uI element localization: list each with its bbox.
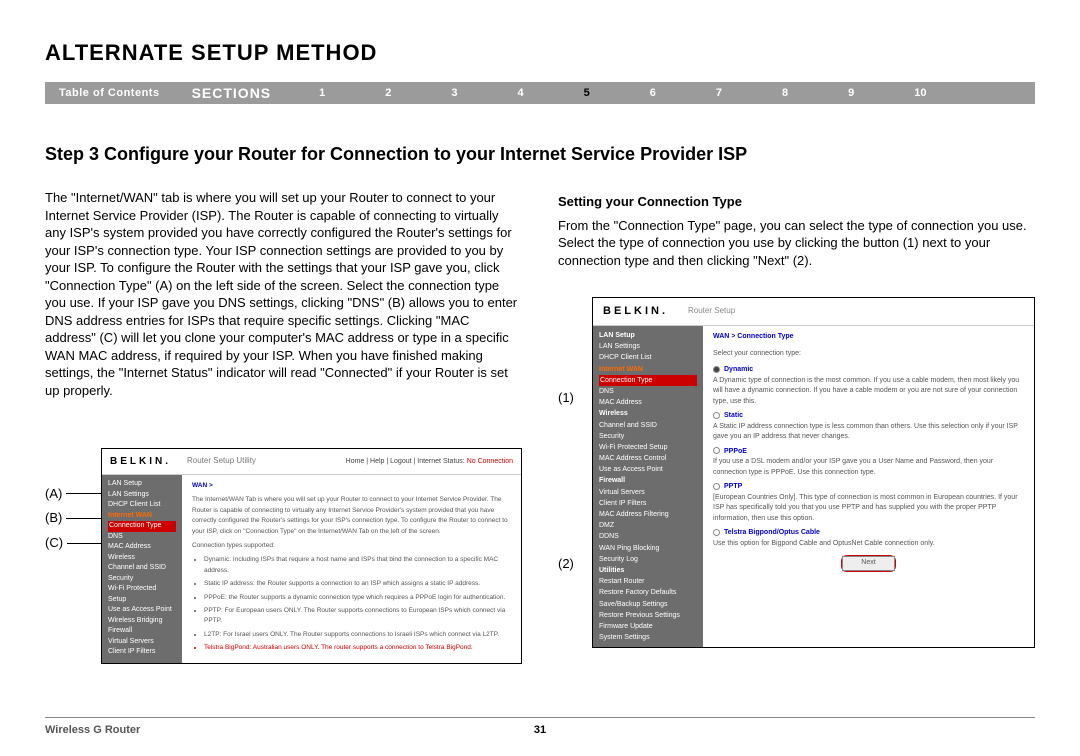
nav-1[interactable]: 1 (319, 87, 325, 99)
right-column: Setting your Connection Type From the "C… (558, 189, 1035, 664)
label-b: (B) (45, 506, 62, 531)
next-button[interactable]: Next (842, 556, 894, 571)
nav-6[interactable]: 6 (650, 87, 656, 99)
ss1-util: Router Setup Utility (187, 456, 256, 467)
right-paragraph: From the "Connection Type" page, you can… (558, 217, 1035, 270)
right-subhead: Setting your Connection Type (558, 193, 1035, 211)
page-title: ALTERNATE SETUP METHOD (45, 40, 1035, 66)
sections-label: SECTIONS (174, 85, 290, 101)
nav-9[interactable]: 9 (848, 87, 854, 99)
label-a: (A) (45, 482, 62, 507)
step-heading: Step 3 Configure your Router for Connect… (45, 144, 1035, 165)
screenshot-1: BELKIN. Router Setup Utility Home | Help… (101, 448, 522, 664)
screenshot-2: BELKIN. Router Setup LAN Setup LAN Setti… (592, 297, 1035, 648)
ss2-sidebar: LAN Setup LAN Settings DHCP Client List … (593, 326, 703, 647)
ss1-sidebar: LAN Setup LAN Settings DHCP Client List … (102, 475, 182, 662)
callout-1: (1) (558, 389, 574, 407)
ss1-links: Home | Help | Logout | Internet Status: … (346, 457, 513, 466)
section-numbers: 1 2 3 4 5 6 7 8 9 10 (289, 87, 1035, 99)
nav-7[interactable]: 7 (716, 87, 722, 99)
ss1-brand: BELKIN. (110, 455, 171, 469)
callout-labels: (A) (B) (C) (45, 424, 101, 556)
ss1-main: WAN > The Internet/WAN Tab is where you … (182, 475, 521, 662)
nav-4[interactable]: 4 (518, 87, 524, 99)
nav-2[interactable]: 2 (385, 87, 391, 99)
page-number: 31 (534, 724, 546, 736)
ss2-main: WAN > Connection Type Select your connec… (703, 326, 1034, 647)
ss2-brand: BELKIN. (603, 304, 668, 319)
label-c: (C) (45, 531, 63, 556)
toc-link[interactable]: Table of Contents (45, 87, 174, 99)
product-name: Wireless G Router (45, 724, 140, 736)
nav-10[interactable]: 10 (914, 87, 926, 99)
left-column: The "Internet/WAN" tab is where you will… (45, 189, 522, 664)
page-footer: Wireless G Router 31 (45, 717, 1035, 736)
callout-2: (2) (558, 555, 574, 573)
nav-8[interactable]: 8 (782, 87, 788, 99)
nav-3[interactable]: 3 (451, 87, 457, 99)
ss2-rs: Router Setup (688, 306, 735, 317)
nav-5[interactable]: 5 (584, 87, 590, 99)
left-paragraph: The "Internet/WAN" tab is where you will… (45, 189, 522, 400)
section-navbar: Table of Contents SECTIONS 1 2 3 4 5 6 7… (45, 82, 1035, 104)
